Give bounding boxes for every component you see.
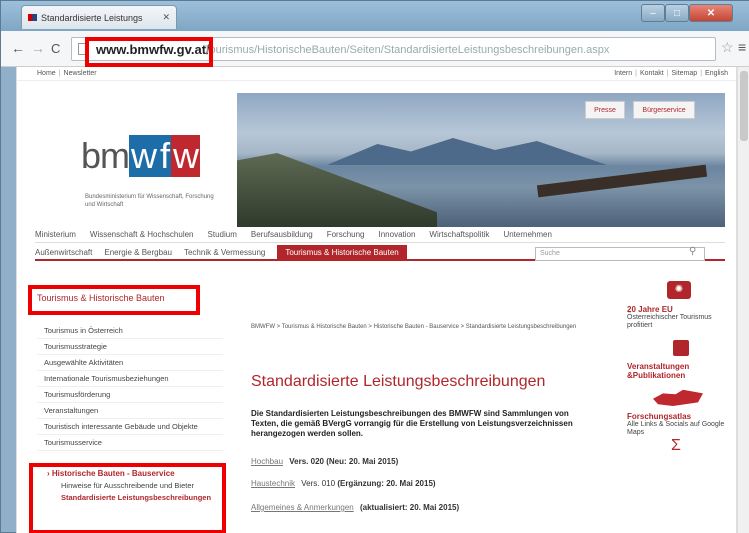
calendar-icon[interactable] [673,340,689,356]
nav-item[interactable]: Ministerium [35,230,76,239]
home-link[interactable]: Home [37,70,56,77]
breadcrumb: BMWFW > Tourismus & Historische Bauten >… [251,324,577,330]
document-link[interactable]: Haustechnik [251,479,295,488]
scrollbar[interactable] [737,67,749,533]
page-icon [78,43,88,55]
utility-bar: Home | Newsletter Intern | Kontakt | Sitemap | E… [17,67,736,81]
document-link[interactable]: Allgemeines & Anmerkungen [251,503,354,512]
document-version: Vers. 020 [289,457,324,466]
sidebar-item[interactable]: Tourismusstrategie [37,339,223,355]
sitemap-link[interactable]: Sitemap [672,70,698,77]
sidebar-item-historische-bauten[interactable]: Historische Bauten - Bauservice [39,469,229,478]
close-icon[interactable]: ✕ [162,12,170,23]
right-rail: ✺ 20 Jahre EU Österreichischer Tourismus… [627,281,731,455]
sigma-icon[interactable]: Σ [671,437,731,455]
kontakt-link[interactable]: Kontakt [640,70,664,77]
back-icon[interactable]: ← [11,40,25,56]
browser-tab[interactable]: Standardisierte Leistungs ✕ [21,5,177,29]
sidebar-list: Tourismus in Österreich Tourismusstrateg… [37,323,223,451]
austria-map-icon[interactable] [653,389,703,406]
nav-item[interactable]: Außenwirtschaft [35,248,92,257]
tab-title: Standardisierte Leistungs [41,12,143,23]
logo-subtitle: Bundesministerium für Wissenschaft, Fors… [85,194,214,208]
site-header: bmw f w Bundesministerium für Wissenschaft… [35,93,725,227]
nav-item[interactable]: Technik & Vermessung [184,248,265,257]
document-note: (Neu: 20. Mai 2015) [326,457,399,466]
nav-item[interactable]: Forschung [327,230,365,239]
intro-text: Die Standardisierten Leistungsbeschreibu… [251,409,573,438]
eu-stars-icon[interactable]: ✺ [667,281,691,299]
document-row: Haustechnik Vers. 010 (Ergänzung: 20. Ma… [251,479,436,488]
nav-item-active[interactable]: Tourismus & Historische Bauten [277,244,407,260]
sidebar-item-current[interactable]: Standardisierte Leistungsbeschreibungen [39,490,229,502]
nav-item[interactable]: Wissenschaft & Hochschulen [90,230,194,239]
sidebar-item-hinweise[interactable]: Hinweise für Ausschreibende und Bieter [39,478,229,490]
buergerservice-button[interactable]: Bürgerservice [633,101,695,119]
document-note: (aktualisiert: 20. Mai 2015) [359,503,460,512]
eu-teaser-title[interactable]: 20 Jahre EU [627,305,731,314]
sidebar-item[interactable]: Internationale Tourismusbeziehungen [37,371,223,387]
nav-item[interactable]: Unternehmen [503,230,551,239]
atlas-teaser-text: Alle Links & Socials auf Google Maps [627,421,725,436]
eu-teaser-text: Österreichischer Tourismus profitiert [627,314,712,329]
sidebar-item[interactable]: Tourismusförderung [37,387,223,403]
menu-icon[interactable]: ≡ [738,39,746,55]
browser-window: Standardisierte Leistungs ✕ – □ ✕ ← → C … [0,0,749,533]
atlas-teaser-title[interactable]: Forschungsatlas [627,412,731,421]
document-link[interactable]: Hochbau [251,457,283,466]
nav-item[interactable]: Wirtschaftspolitik [429,230,489,239]
sidebar-item[interactable]: Touristisch interessante Gebäude und Obj… [37,419,223,435]
sidebar-item[interactable]: Veranstaltungen [37,403,223,419]
scrollbar-thumb[interactable] [740,71,748,141]
sidebar-title[interactable]: Tourismus & Historische Bauten [37,293,165,303]
bmwfw-logo[interactable]: bmw f w [81,135,201,177]
nav-item[interactable]: Berufsausbildung [251,230,313,239]
document-row: Allgemeines & Anmerkungen (aktualisiert:… [251,503,459,512]
hero-image: Presse Bürgerservice [237,93,725,227]
english-link[interactable]: English [705,70,728,77]
search-input[interactable]: Suche [535,247,705,261]
bookmark-star-icon[interactable]: ☆ [721,39,734,56]
document-note: (Ergänzung: 20. Mai 2015) [337,479,436,488]
browser-toolbar: ← → C www.bmwfw.gv.at/ Tourismus/Histori… [1,31,749,67]
events-teaser-title[interactable]: Veranstaltungen &Publikationen [627,362,731,380]
intern-link[interactable]: Intern [614,70,632,77]
sidebar-item[interactable]: Tourismusservice [37,435,223,451]
minimize-button[interactable]: – [641,4,665,22]
nav-item[interactable]: Studium [208,230,237,239]
sidebar-item[interactable]: Tourismus in Österreich [37,323,223,339]
nav-item[interactable]: Energie & Bergbau [104,248,172,257]
nav-item[interactable]: Innovation [379,230,416,239]
logo-area[interactable]: bmw f w Bundesministerium für Wissenschaft… [35,93,235,227]
sidebar-item[interactable]: Ausgewählte Aktivitäten [37,355,223,371]
url-host: www.bmwfw.gv.at/ [96,42,210,57]
url-path: Tourismus/HistorischeBauten/Seiten/Stand… [204,44,610,56]
window-close-button[interactable]: ✕ [689,4,733,22]
newsletter-link[interactable]: Newsletter [64,70,97,77]
document-version: Vers. 010 [301,479,336,488]
search-icon[interactable]: ⚲ [689,246,696,257]
web-page: Home | Newsletter Intern | Kontakt | Sitemap | E… [16,67,737,533]
reload-icon[interactable]: C [51,41,60,56]
main-navigation: Ministerium Wissenschaft & Hochschulen S… [35,227,725,243]
sidebar-active-section: Historische Bauten - Bauservice Hinweise… [39,469,229,502]
tab-strip: Standardisierte Leistungs ✕ – □ ✕ [1,1,749,31]
maximize-button[interactable]: □ [665,4,689,22]
document-row: Hochbau Vers. 020 (Neu: 20. Mai 2015) [251,457,398,466]
forward-icon[interactable]: → [31,40,45,56]
presse-button[interactable]: Presse [585,101,625,119]
favicon-icon [28,14,37,21]
page-title: Standardisierte Leistungsbeschreibungen [251,373,546,390]
address-bar[interactable]: www.bmwfw.gv.at/ Tourismus/HistorischeBa… [71,37,716,61]
